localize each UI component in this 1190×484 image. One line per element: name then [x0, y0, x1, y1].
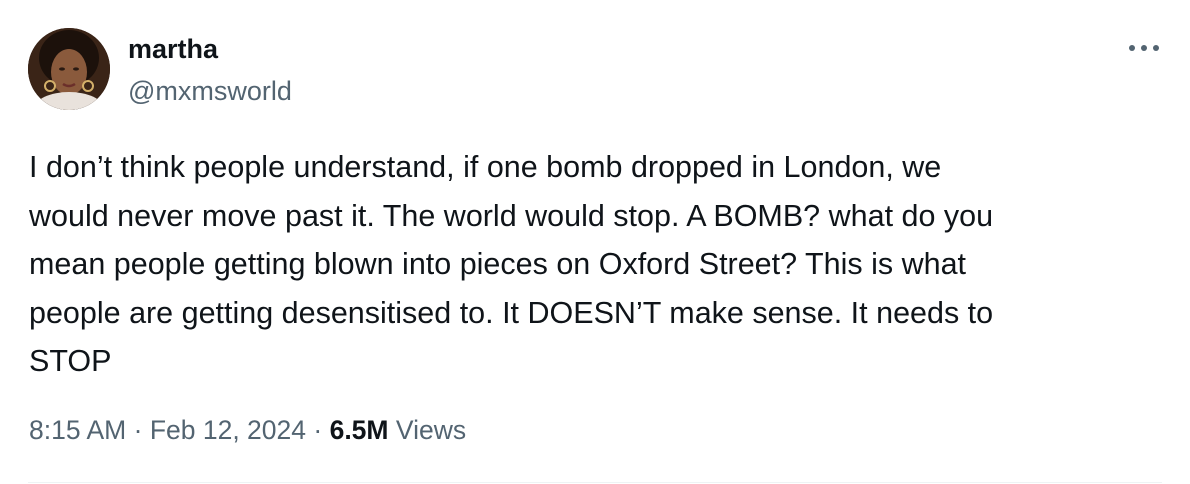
more-options-button[interactable]	[1126, 36, 1162, 60]
tweet-time[interactable]: 8:15 AM	[29, 415, 126, 445]
views-link[interactable]: 6.5M Views	[330, 415, 467, 445]
separator-dot: ·	[133, 415, 143, 445]
tweet-date[interactable]: Feb 12, 2024	[150, 415, 306, 445]
more-horizontal-icon	[1129, 45, 1159, 51]
views-count: 6.5M	[329, 415, 389, 445]
avatar[interactable]	[28, 28, 110, 110]
divider	[28, 482, 1162, 483]
views-label: Views	[395, 415, 467, 445]
avatar-image	[28, 28, 110, 110]
tweet: martha @mxmsworld I don’t think people u…	[0, 0, 1190, 484]
tweet-text: I don’t think people understand, if one …	[29, 150, 994, 378]
tweet-metadata: 8:15 AM · Feb 12, 2024 · 6.5M Views	[29, 413, 466, 447]
author-display-name[interactable]: martha	[128, 33, 218, 65]
author-handle[interactable]: @mxmsworld	[128, 75, 292, 107]
separator-dot: ·	[313, 415, 323, 445]
